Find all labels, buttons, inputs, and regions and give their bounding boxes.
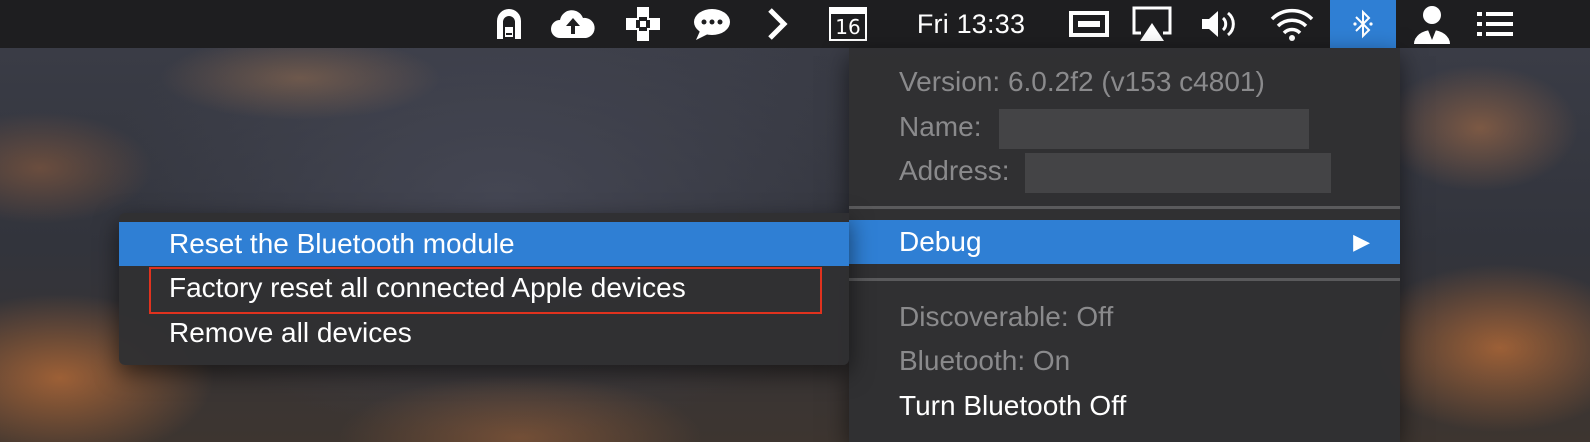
cloud-upload-icon[interactable] — [548, 0, 598, 48]
list-icon[interactable] — [1470, 0, 1520, 48]
bluetooth-icon[interactable] — [1330, 0, 1396, 48]
discoverable-status: Discoverable: Off — [899, 301, 1114, 332]
menu-separator — [849, 206, 1400, 209]
name-info: Name: — [849, 105, 1400, 149]
airplay-icon[interactable] — [1128, 0, 1176, 48]
redacted-name — [999, 108, 1310, 149]
turn-bluetooth-off-item[interactable]: Turn Bluetooth Off — [849, 384, 1400, 428]
highlight-callout-box — [149, 267, 822, 314]
menu-bar: 16 Fri 13:33 — [0, 0, 1590, 48]
reset-bluetooth-module-item[interactable]: Reset the Bluetooth module — [119, 222, 849, 266]
submenu-arrow-icon: ▶ — [1353, 229, 1370, 254]
name-label: Name: — [899, 111, 982, 142]
calendar-day: 16 — [835, 15, 861, 39]
address-label: Address: — [899, 155, 1010, 186]
bluetooth-menu: Version: 6.0.2f2 (v153 c4801) Name: Addr… — [849, 48, 1400, 442]
chat-bubble-icon[interactable] — [688, 0, 736, 48]
archive-icon[interactable] — [487, 0, 531, 48]
calendar-icon[interactable]: 16 — [824, 0, 872, 48]
debug-menu-item[interactable]: Debug ▶ — [849, 220, 1400, 264]
wifi-icon[interactable] — [1266, 0, 1318, 48]
menu-separator — [849, 278, 1400, 281]
user-icon[interactable] — [1406, 0, 1458, 48]
remove-all-devices-item[interactable]: Remove all devices — [119, 311, 849, 355]
display-icon[interactable] — [1066, 0, 1112, 48]
bluetooth-status: Bluetooth: On — [899, 345, 1071, 376]
debug-label: Debug — [899, 226, 982, 257]
chevron-right-icon[interactable] — [760, 0, 794, 48]
volume-icon[interactable] — [1196, 0, 1242, 48]
redacted-address — [1025, 152, 1332, 193]
plus-badge-icon[interactable] — [620, 0, 666, 48]
version-info: Version: 6.0.2f2 (v153 c4801) — [899, 66, 1265, 97]
address-info: Address: — [849, 149, 1400, 193]
menu-bar-clock[interactable]: Fri 13:33 — [898, 0, 1044, 48]
